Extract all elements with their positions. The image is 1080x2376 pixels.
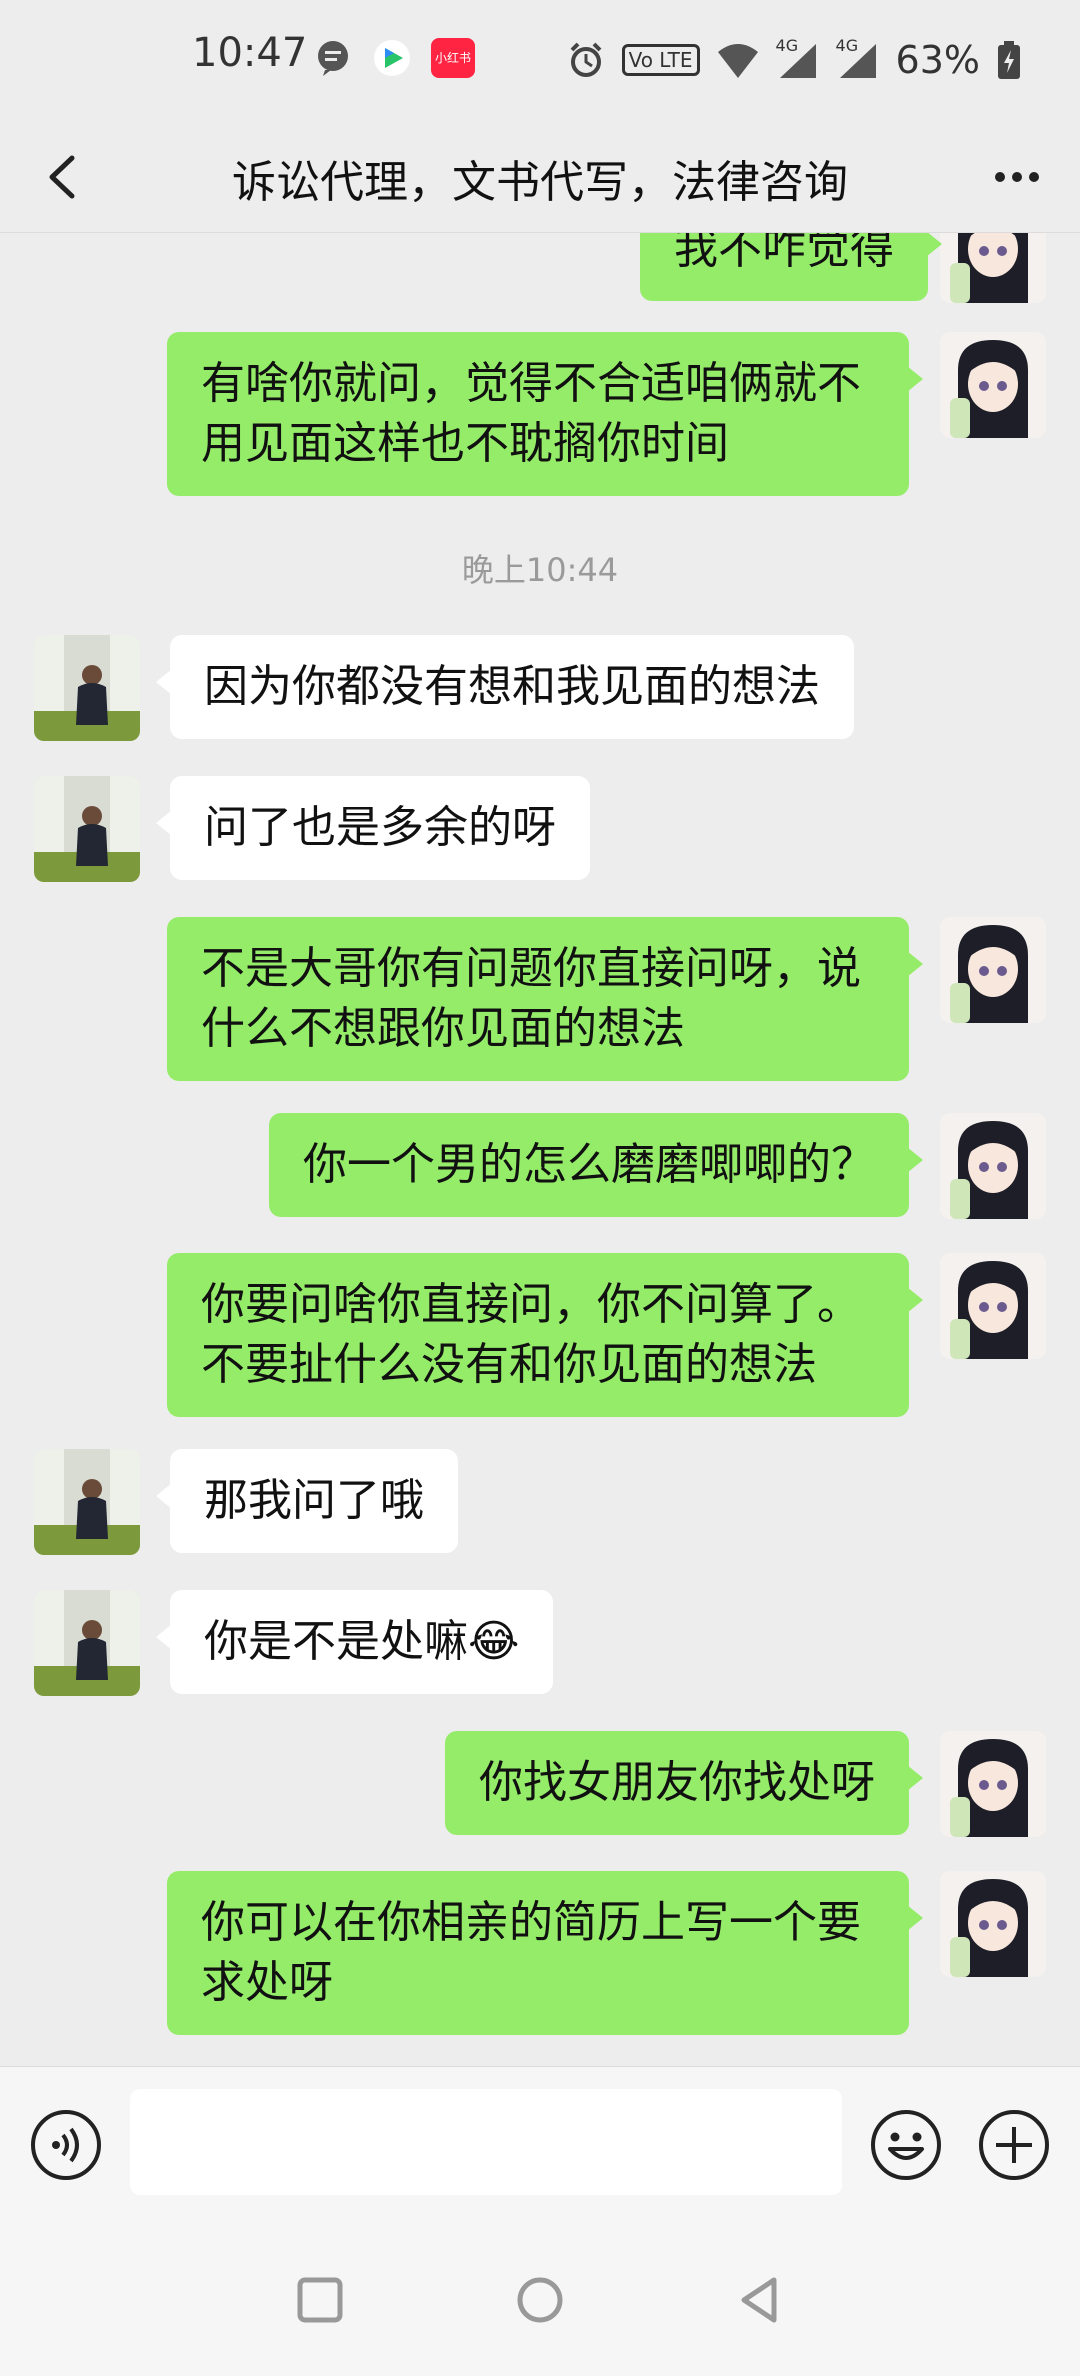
message-input[interactable] xyxy=(130,2089,842,2195)
chat-title: 诉讼代理，文书代写，法律咨询 xyxy=(232,157,848,208)
message-text: 你是不是处嘛 xyxy=(204,1616,468,1667)
my-avatar[interactable] xyxy=(940,1871,1046,1977)
network-type: 4G xyxy=(775,36,799,55)
battery-icon xyxy=(998,41,1020,79)
message-bubble-contact[interactable]: 因为你都没有想和我见面的想法 xyxy=(156,635,854,739)
alarm-icon xyxy=(570,42,601,77)
my-avatar[interactable] xyxy=(940,332,1046,438)
back-nav-icon[interactable] xyxy=(730,2270,790,2330)
contact-avatar[interactable] xyxy=(34,776,140,882)
recent-apps-icon[interactable] xyxy=(290,2270,350,2330)
my-avatar[interactable] xyxy=(940,917,1046,1023)
message-bubble-mine[interactable]: 不是大哥你有问题你直接问呀，说什么不想跟你见面的想法 xyxy=(167,917,923,1081)
status-time: 10:47 xyxy=(192,30,308,76)
my-avatar[interactable] xyxy=(940,1731,1046,1837)
navigation-bar xyxy=(0,2236,1080,2376)
network-type: 4G xyxy=(835,36,859,55)
emoji-icon[interactable] xyxy=(868,2107,944,2183)
message-bubble-contact[interactable]: 你是不是处嘛😂 xyxy=(155,1590,554,1694)
input-bar xyxy=(0,2066,1080,2237)
message-timestamp: 晚上10:44 xyxy=(461,551,619,589)
message-icon xyxy=(318,41,348,76)
message-bubble-mine[interactable]: 你要问啥你直接问，你不问算了。不要扯什么没有和你见面的想法 xyxy=(167,1253,923,1417)
status-right: Vo LTE 4G 4G 63% xyxy=(566,30,1022,90)
wifi-icon xyxy=(717,44,758,78)
my-avatar[interactable] xyxy=(940,1113,1046,1219)
message-bubble-contact[interactable]: 那我问了哦 xyxy=(156,1449,458,1553)
voice-icon[interactable] xyxy=(28,2107,104,2183)
video-app-icon xyxy=(374,40,410,76)
message-bubble-mine[interactable]: 有啥你就问，觉得不合适咱俩就不用见面这样也不耽搁你时间 xyxy=(167,332,923,496)
home-icon[interactable] xyxy=(510,2270,570,2330)
xiaohongshu-icon: 小红书 xyxy=(431,38,475,78)
laugh-cry-emoji-icon: 😂 xyxy=(468,1616,520,1667)
more-dots-icon[interactable] xyxy=(982,142,1052,212)
signal-b: 4G xyxy=(836,36,880,80)
message-bubble-mine[interactable]: 你找女朋友你找处呀 xyxy=(445,1731,923,1835)
plus-icon[interactable] xyxy=(976,2107,1052,2183)
battery-percent: 63% xyxy=(895,38,980,82)
status-bar: 10:47 小红书 Vo LTE 4G 4G 63% xyxy=(0,0,1080,120)
my-avatar[interactable] xyxy=(940,1253,1046,1359)
my-avatar[interactable] xyxy=(940,233,1046,303)
volte-badge: Vo LTE xyxy=(621,44,700,76)
title-bar: 诉讼代理，文书代写，法律咨询 xyxy=(0,120,1080,233)
contact-avatar[interactable] xyxy=(34,1449,140,1555)
message-bubble-contact[interactable]: 问了也是多余的呀 xyxy=(156,776,590,880)
chat-area[interactable]: 我不咋觉得 有啥你就问，觉得不合适咱俩就不用见面这样也不耽搁你时间 晚上10:4… xyxy=(0,233,1080,2065)
contact-avatar[interactable] xyxy=(34,1590,140,1696)
contact-avatar[interactable] xyxy=(34,635,140,741)
message-bubble-mine[interactable]: 我不咋觉得 xyxy=(640,233,942,301)
signal-a: 4G xyxy=(776,36,820,80)
message-bubble-mine[interactable]: 你可以在你相亲的简历上写一个要求处呀 xyxy=(167,1871,923,2035)
message-bubble-mine[interactable]: 你一个男的怎么磨磨唧唧的？ xyxy=(269,1113,923,1217)
